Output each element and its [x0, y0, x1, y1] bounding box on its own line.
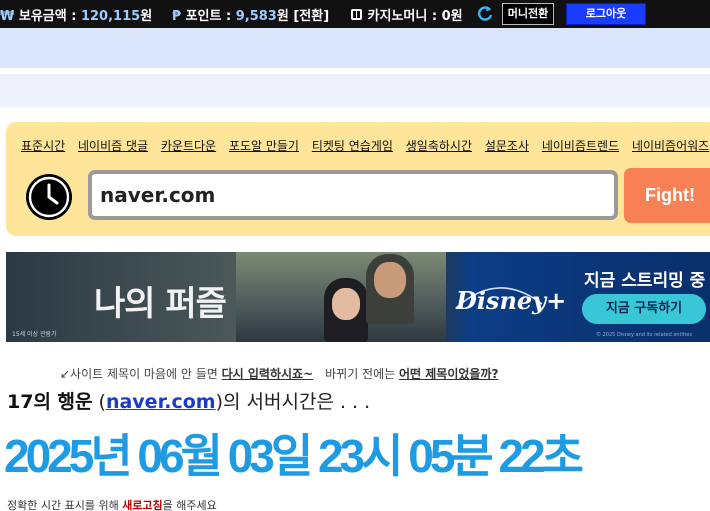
server-time-display: 2025년 06월 03일 23시 05분 22초: [4, 430, 584, 482]
title-hint: ↙사이트 제목이 마음에 안 들면 다시 입력하시죠~ 바뀌기 전에는 어떤 제목…: [60, 365, 498, 382]
casino-icon: [351, 9, 362, 20]
link-ticketing-game[interactable]: 티켓팅 연습게임: [312, 139, 393, 153]
quick-links: 표준시간 네이비즘 댓글 카운트다운 포도알 만들기 티켓팅 연습게임 생일축하…: [21, 137, 710, 154]
refresh-icon[interactable]: [476, 4, 494, 22]
url-input[interactable]: [92, 174, 614, 216]
server-time-heading: 17의 행운 (naver.com)의 서버시간은 . . .: [7, 387, 370, 414]
hint-text: ↙사이트 제목이 마음에 안 들면: [60, 367, 222, 381]
money-switch-button[interactable]: 머니전환: [502, 3, 554, 25]
close-paren: ): [215, 391, 223, 413]
point-unit: 원: [276, 9, 289, 24]
ad-banner[interactable]: 나의 퍼즐 15세 이상 관람가 Disney+ 지금 스트리밍 중 지금 구독…: [6, 252, 710, 342]
link-survey[interactable]: 설문조사: [485, 139, 529, 153]
ad-actor-2-face: [332, 288, 360, 320]
ad-streaming-text: 지금 스트리밍 중: [584, 271, 706, 291]
top-account-bar: ₩ 보유금액 : 120,115원 ₱ 포인트 : 9,583원 [전환] 카지…: [0, 0, 710, 28]
refresh-link[interactable]: 새로고침: [122, 499, 162, 511]
url-input-box: [88, 170, 618, 220]
link-standard-time[interactable]: 표준시간: [21, 139, 65, 153]
ad-title: 나의 퍼즐: [94, 284, 227, 324]
link-comments[interactable]: 네이비즘 댓글: [78, 139, 148, 153]
won-icon: ₩: [0, 9, 15, 24]
clock-icon: [26, 174, 72, 220]
casino-money-display: 카지노머니 : 0원: [350, 5, 463, 24]
link-countdown[interactable]: 카운트다운: [161, 139, 216, 153]
note-text: 정확한 시간 표시를 위해: [7, 499, 123, 511]
site-link[interactable]: naver.com: [106, 391, 216, 413]
balance-label: 보유금액 :: [18, 9, 81, 24]
point-exchange-link[interactable]: [전환]: [293, 9, 329, 24]
disney-logo: Disney+: [456, 286, 567, 315]
ad-subscribe-button[interactable]: 지금 구독하기: [582, 294, 706, 324]
point-value: 9,583: [235, 9, 277, 24]
fight-button[interactable]: Fight!: [624, 168, 710, 223]
balance-unit: 원: [140, 9, 153, 24]
previous-title-link[interactable]: 어떤 제목이었을까?: [399, 367, 498, 381]
link-awards[interactable]: 네이비즘어워즈: [632, 139, 709, 153]
server-suffix: 의 서버시간은 . . .: [223, 391, 371, 413]
link-trend[interactable]: 네이비즘트렌드: [542, 139, 619, 153]
lucky-label: 17의 행운: [7, 391, 93, 413]
point-display: ₱ 포인트 : 9,583원 [전환]: [172, 5, 329, 24]
casino-money-label: 카지노머니 : 0원: [367, 9, 463, 24]
link-grape[interactable]: 포도알 만들기: [229, 139, 299, 153]
sub-header-band: [0, 74, 710, 107]
header-band: [0, 28, 710, 68]
refresh-note: 정확한 시간 표시를 위해 새로고침을 해주세요: [7, 497, 217, 511]
link-birthday[interactable]: 생일축하시간: [406, 139, 472, 153]
ad-copyright: © 2025 Disney and its related entities: [596, 332, 692, 338]
search-panel: 표준시간 네이비즘 댓글 카운트다운 포도알 만들기 티켓팅 연습게임 생일축하…: [6, 122, 710, 236]
logout-button[interactable]: 로그아웃: [566, 3, 646, 25]
open-paren: (: [92, 391, 106, 413]
ad-rating: 15세 이상 관람가: [12, 331, 57, 338]
retype-link[interactable]: 다시 입력하시죠~: [222, 367, 314, 381]
note-text-2: 을 해주세요: [162, 499, 217, 511]
ad-actor-1-face: [374, 262, 406, 298]
balance-value: 120,115: [80, 9, 141, 24]
point-icon: ₱: [172, 9, 182, 24]
balance-display: ₩ 보유금액 : 120,115원: [0, 5, 152, 24]
point-label: 포인트 :: [185, 9, 236, 24]
hint-text-2: 바뀌기 전에는: [325, 367, 399, 381]
